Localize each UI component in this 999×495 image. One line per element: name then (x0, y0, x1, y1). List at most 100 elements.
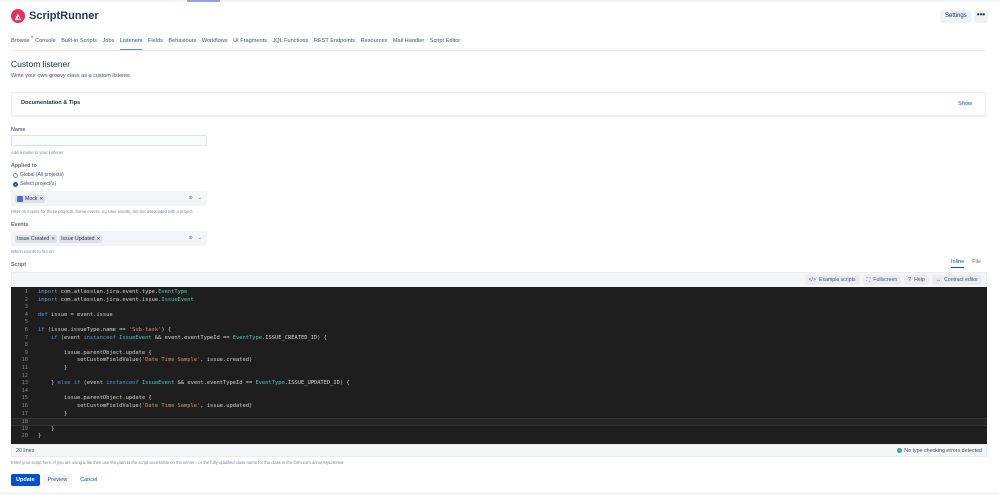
nav-tab-resources[interactable]: Resources (361, 38, 388, 50)
tab-file[interactable]: File (972, 259, 981, 268)
code-line[interactable]: 12 (11, 373, 987, 381)
line-number: 15 (21, 395, 29, 402)
line-number: 4 (24, 311, 28, 318)
code-text: if (event instanceof IssueEvent && event… (50, 334, 327, 341)
script-tabs: Inline File (951, 259, 981, 268)
code-line[interactable]: 6 if (issue.issueType.name == 'Sub-task')… (11, 327, 987, 335)
nav-tab-jobs[interactable]: Jobs (102, 38, 114, 50)
nav-tab-ui-fragments[interactable]: UI Fragments (233, 38, 267, 50)
divider (11, 50, 987, 51)
radio-selected-icon (13, 181, 18, 187)
logo[interactable]: ◭ ScriptRunner (11, 9, 99, 23)
code-text: import com.atlassian.jira.event.type.Eve… (38, 289, 188, 295)
main-nav: Browse Console Built-in Scripts Jobs Listene… (11, 36, 460, 50)
line-number: 8 (24, 342, 28, 349)
editor-status-bar: 20 lines No type checking errors detected (11, 444, 987, 457)
preview-button[interactable]: Preview (42, 474, 73, 486)
clear-icon[interactable]: ⊗ (189, 235, 193, 241)
nav-tab-behaviours[interactable]: Behaviours (168, 38, 196, 50)
code-line[interactable]: 9 issue.parentObject.update { (11, 350, 987, 358)
page-subtitle: Write your own groovy class as a custom … (11, 73, 132, 79)
button-label: Example scripts (819, 277, 856, 283)
help-button[interactable]: ? Help (904, 275, 929, 285)
notification-dot (30, 36, 33, 38)
more-button[interactable]: ••• (974, 10, 988, 23)
code-line[interactable]: 11 } (11, 365, 987, 373)
line-number: 13 (21, 380, 29, 387)
cancel-button[interactable]: Cancel (75, 474, 102, 486)
code-line[interactable]: 14 (11, 388, 987, 396)
code-line[interactable]: 2 import com.atlassian.jira.event.issue.I… (11, 297, 987, 305)
nav-tab-rest-endpoints[interactable]: REST Endpoints (314, 38, 355, 50)
form-actions: Update Preview Cancel (11, 474, 102, 486)
name-hint: Add a name to your Listener (11, 150, 64, 155)
show-doc-button[interactable]: Show (958, 101, 972, 107)
code-text: if (issue.issueType.name == 'Sub-task') … (38, 326, 172, 333)
nav-tab-listeners[interactable]: Listeners (119, 38, 143, 50)
nav-tab-workflows[interactable]: Workflows (202, 38, 228, 50)
nav-tab-fields[interactable]: Fields (148, 38, 163, 50)
code-line[interactable]: 17 } (11, 411, 987, 419)
code-line[interactable]: 20} (11, 433, 987, 441)
code-line[interactable]: 10 setCustomFieldValue('Date Time Sample… (11, 357, 987, 365)
nav-tab-script-editor[interactable]: Script Editor (430, 38, 460, 50)
line-number: 7 (24, 334, 28, 341)
tab-inline[interactable]: Inline (951, 259, 965, 268)
settings-button[interactable]: Settings (940, 10, 972, 23)
chevron-down-icon[interactable]: ⌄ (198, 195, 202, 201)
code-text: setCustomFieldValue('Date Time Sample', … (38, 402, 253, 409)
contract-editor-icon: ↔ (935, 277, 941, 283)
line-number: 2 (24, 296, 28, 303)
tag-label: Mock (25, 195, 38, 202)
code-line[interactable]: 1 import com.atlassian.jira.event.type.Ev… (11, 289, 987, 297)
code-line[interactable]: 7 if (event instanceof IssueEvent && eve… (11, 335, 987, 343)
nav-tab-console[interactable]: Console (35, 38, 56, 50)
chevron-down-icon[interactable]: ⌄ (198, 235, 202, 241)
line-number: 6 (24, 326, 28, 333)
page-title: Custom listener (11, 59, 71, 69)
documentation-panel: Documentation & Tips Show (11, 92, 986, 116)
nav-tab-mail-handler[interactable]: Mail Handler (393, 38, 424, 50)
nav-tab-browse[interactable]: Browse (11, 36, 33, 50)
code-editor[interactable]: 1 import com.atlassian.jira.event.type.Ev… (11, 287, 987, 444)
clear-icon[interactable]: ⊗ (189, 195, 193, 201)
radio-icon (13, 172, 18, 178)
remove-tag-icon[interactable]: ✕ (51, 236, 55, 242)
scriptrunner-logo-icon: ◭ (11, 9, 25, 23)
tag-label: Issue Created (17, 235, 50, 242)
code-line[interactable]: 4 def issue = event.issue (11, 312, 987, 320)
code-line[interactable]: 19 } (11, 426, 987, 434)
top-bar (0, 0, 999, 2)
remove-tag-icon[interactable]: ✕ (97, 236, 101, 242)
code-line[interactable]: 13 } else if (event instanceof IssueEven… (11, 380, 987, 388)
code-line[interactable]: 16 setCustomFieldValue('Date Time Sample… (11, 403, 987, 411)
code-line[interactable]: 8 (11, 342, 987, 350)
code-line[interactable]: 18 (11, 418, 987, 426)
line-number: 19 (21, 425, 29, 432)
nav-tab-jql-functions[interactable]: JQL Functions (272, 38, 308, 50)
project-hint: Filter on events for these projects. Som… (11, 209, 194, 214)
code-line[interactable]: 5 (11, 319, 987, 327)
radio-select-projects[interactable]: Select project(s) (13, 181, 56, 187)
nav-tab-built-in-scripts[interactable]: Built-in Scripts (61, 38, 97, 50)
code-text: issue.parentObject.update { (38, 349, 152, 356)
code-text: issue.parentObject.update { (38, 395, 152, 402)
update-button[interactable]: Update (11, 474, 40, 486)
fullscreen-button[interactable]: ⛶ Fullscreen (862, 275, 902, 285)
fullscreen-icon: ⛶ (866, 277, 871, 283)
remove-tag-icon[interactable]: ✕ (39, 196, 43, 202)
name-label: Name (11, 127, 26, 133)
project-select[interactable]: Mock ✕ ⊗ ⌄ (11, 191, 207, 206)
code-text: } (38, 364, 68, 371)
button-label: Help (914, 277, 925, 283)
contract-editor-button[interactable]: ↔ Contract editor (931, 275, 982, 285)
name-input[interactable] (11, 135, 207, 146)
events-select[interactable]: Issue Created ✕ Issue Updated ✕ ⊗ ⌄ (11, 231, 207, 246)
line-number: 18 (21, 419, 29, 426)
radio-global[interactable]: Global (All projects) (13, 172, 64, 178)
example-scripts-button[interactable]: </> Example scripts (804, 275, 860, 285)
code-line[interactable]: 3 (11, 304, 987, 312)
code-text: setCustomFieldValue('Date Time Sample', … (38, 357, 253, 364)
code-line[interactable]: 15 issue.parentObject.update { (11, 395, 987, 403)
type-check-status: No type checking errors detected (904, 447, 982, 454)
